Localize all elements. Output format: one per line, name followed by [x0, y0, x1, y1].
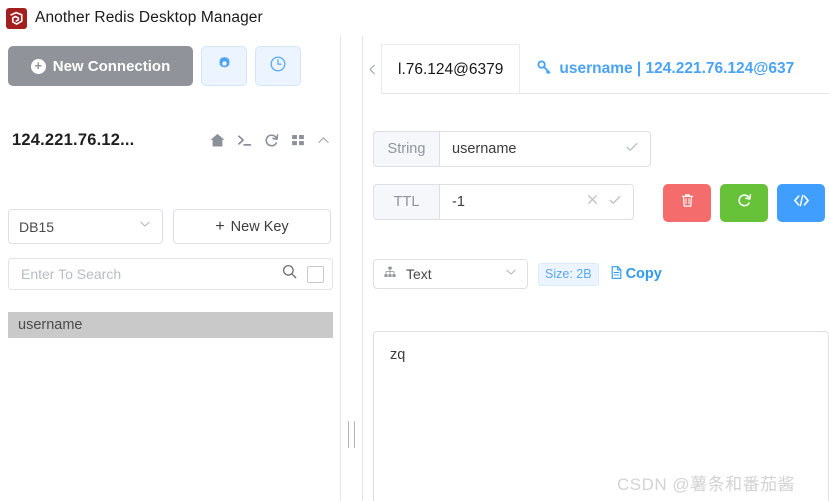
app-window: Another Redis Desktop Manager + New Conn… — [0, 0, 829, 501]
tab-bar: l.76.124@6379 username | 124.221.76.124@… — [363, 44, 829, 94]
sitemap-icon — [383, 265, 397, 284]
list-item[interactable]: username — [8, 312, 333, 338]
ttl-row: TTL -1 — [373, 184, 634, 220]
db-select-value: DB15 — [19, 218, 55, 235]
search-placeholder: Enter To Search — [21, 266, 122, 282]
history-button[interactable] — [255, 46, 301, 86]
size-badge-label: Size: 2B — [545, 267, 592, 281]
tab-bar-divider — [381, 93, 829, 94]
check-icon[interactable] — [624, 139, 640, 160]
tab-key-username[interactable]: username | 124.221.76.124@637 — [520, 44, 810, 94]
ttl-input[interactable]: -1 — [439, 184, 634, 220]
grid-icon[interactable] — [290, 132, 306, 148]
key-type-label: String — [373, 131, 439, 167]
redis-logo-icon — [6, 7, 27, 29]
new-connection-button[interactable]: + New Connection — [8, 46, 193, 86]
watermark: CSDN @薯条和番茄酱 — [617, 475, 796, 494]
connection-actions — [209, 132, 331, 149]
value-view-bar: Text Size: 2B Copy — [373, 259, 662, 289]
tab-connection[interactable]: l.76.124@6379 — [381, 44, 521, 94]
size-badge: Size: 2B — [538, 262, 599, 286]
key-name-value: username — [452, 141, 517, 157]
new-key-button[interactable]: + New Key — [173, 209, 331, 244]
new-key-label: New Key — [230, 218, 289, 235]
plus-circle-icon: + — [30, 58, 46, 74]
new-connection-label: New Connection — [52, 57, 171, 75]
copy-button[interactable]: Copy — [609, 265, 662, 284]
gear-icon — [216, 55, 233, 77]
connection-toolbar: + New Connection — [8, 46, 301, 86]
key-label: username — [18, 317, 83, 333]
document-icon — [609, 265, 624, 284]
format-select[interactable]: Text — [373, 259, 528, 289]
refresh-icon[interactable] — [263, 132, 280, 149]
check-icon[interactable] — [607, 192, 623, 213]
refresh-icon — [736, 192, 753, 214]
search-input[interactable]: Enter To Search — [8, 258, 333, 290]
terminal-icon[interactable] — [236, 132, 253, 149]
regex-checkbox[interactable] — [307, 265, 324, 283]
ttl-value: -1 — [452, 194, 465, 210]
key-list: username — [8, 312, 333, 338]
ttl-actions — [585, 192, 623, 213]
app-title: Another Redis Desktop Manager — [35, 9, 263, 26]
plus-icon: + — [215, 217, 225, 235]
key-name-actions — [624, 139, 640, 160]
db-toolbar: DB15 + New Key — [8, 209, 331, 244]
copy-label: Copy — [625, 266, 662, 282]
home-icon[interactable] — [209, 132, 226, 149]
reload-key-button[interactable] — [720, 184, 768, 222]
trash-icon — [679, 192, 696, 214]
main-content: l.76.124@6379 username | 124.221.76.124@… — [363, 36, 829, 501]
chevron-left-icon[interactable] — [363, 44, 381, 94]
key-name-input[interactable]: username — [439, 131, 651, 167]
value-text: zq — [390, 347, 406, 363]
tab-key-label: username | 124.221.76.124@637 — [559, 60, 795, 77]
ttl-label: TTL — [373, 184, 439, 220]
key-action-buttons — [663, 184, 825, 222]
chevron-down-icon — [138, 217, 152, 236]
key-name-row: String username — [373, 131, 651, 167]
splitter-grip[interactable] — [348, 421, 355, 448]
connection-name: 124.221.76.12... — [12, 130, 135, 149]
key-icon — [536, 59, 552, 80]
tab-connection-label: l.76.124@6379 — [398, 60, 504, 78]
chevron-down-icon — [504, 265, 518, 284]
format-value: Text — [406, 266, 432, 282]
sidebar: + New Connection 124.221.76.12... DB15 +… — [0, 36, 341, 501]
delete-key-button[interactable] — [663, 184, 711, 222]
panel-splitter[interactable] — [341, 36, 363, 501]
chevron-up-icon[interactable] — [316, 133, 331, 148]
search-icon[interactable] — [281, 263, 298, 285]
clock-icon — [269, 55, 287, 78]
title-bar: Another Redis Desktop Manager — [0, 0, 829, 36]
close-icon[interactable] — [585, 192, 600, 212]
settings-button[interactable] — [201, 46, 247, 86]
code-icon — [792, 191, 811, 215]
connection-header[interactable]: 124.221.76.12... — [0, 120, 341, 160]
format-json-button[interactable] — [777, 184, 825, 222]
db-select[interactable]: DB15 — [8, 209, 163, 244]
